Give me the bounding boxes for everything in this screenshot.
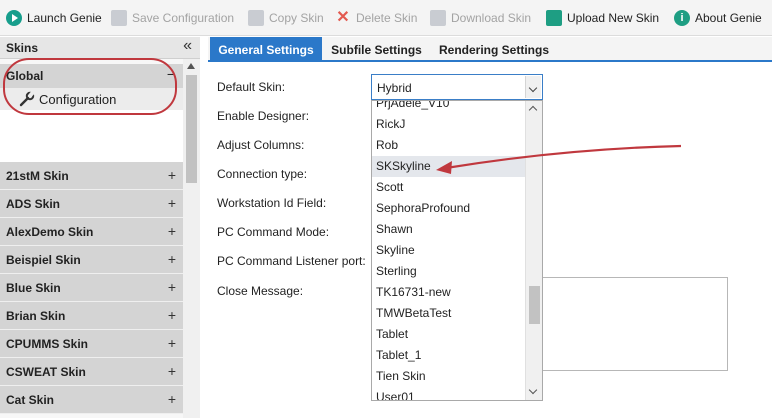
tab-subfile-settings[interactable]: Subfile Settings: [328, 37, 425, 60]
sidebar-scrollbar[interactable]: [183, 59, 200, 418]
chevron-down-icon[interactable]: [528, 385, 538, 395]
close-message-label: Close Message:: [217, 284, 304, 298]
play-icon: [6, 10, 22, 26]
dropdown-option[interactable]: RickJ: [372, 114, 526, 135]
skin-label: Cat Skin: [6, 393, 55, 407]
upload-icon: [546, 10, 562, 26]
dropdown-option[interactable]: PrjAdele_V10: [372, 101, 526, 114]
download-skin-button[interactable]: Download Skin: [430, 9, 531, 27]
dropdown-option[interactable]: Tablet_1: [372, 345, 526, 366]
list-item[interactable]: AlexDemo Skin +: [0, 218, 183, 246]
skin-list: 21stM Skin + ADS Skin + AlexDemo Skin + …: [0, 162, 183, 414]
skin-label: CSWEAT Skin: [6, 365, 86, 379]
about-genie-button[interactable]: i About Genie: [674, 9, 762, 27]
list-item[interactable]: Cat Skin +: [0, 386, 183, 414]
skin-label: Blue Skin: [6, 281, 61, 295]
enable-designer-label: Enable Designer:: [217, 109, 310, 123]
expand-toggle[interactable]: +: [168, 167, 176, 183]
toolbar: Launch Genie Save Configuration Copy Ski…: [0, 0, 772, 36]
dropdown-option[interactable]: TMWBetaTest: [372, 303, 526, 324]
skin-label: AlexDemo Skin: [6, 225, 94, 239]
delete-skin-button[interactable]: ✕ Delete Skin: [335, 9, 417, 27]
scrollbar-thumb[interactable]: [529, 286, 540, 324]
expand-toggle[interactable]: +: [168, 335, 176, 351]
sidebar-spacer: [0, 110, 183, 162]
collapse-sidebar-button[interactable]: «: [183, 37, 192, 55]
skin-dropdown-list: PrjAdele_V10 RickJ Rob SKSkyline Scott S…: [371, 100, 543, 401]
dropdown-option[interactable]: User01: [372, 387, 526, 400]
skin-label: Beispiel Skin: [6, 253, 81, 267]
download-icon: [430, 10, 446, 26]
skin-label: 21stM Skin: [6, 169, 69, 183]
skin-label: Brian Skin: [6, 309, 66, 323]
copy-skin-button[interactable]: Copy Skin: [248, 9, 324, 27]
delete-icon: ✕: [336, 9, 350, 26]
annotation-ellipse: [3, 58, 177, 115]
save-icon: [111, 10, 127, 26]
expand-toggle[interactable]: +: [168, 195, 176, 211]
save-configuration-button[interactable]: Save Configuration: [111, 9, 234, 27]
list-item[interactable]: CPUMMS Skin +: [0, 330, 183, 358]
chevron-down-icon[interactable]: [525, 76, 541, 98]
dropdown-option[interactable]: Skyline: [372, 240, 526, 261]
pc-command-mode-label: PC Command Mode:: [217, 225, 330, 239]
sidebar-title: Skins: [6, 41, 39, 55]
expand-toggle[interactable]: +: [168, 391, 176, 407]
dropdown-scrollbar[interactable]: [525, 101, 542, 400]
skin-label: ADS Skin: [6, 197, 61, 211]
skin-label: CPUMMS Skin: [6, 337, 89, 351]
connection-type-label: Connection type:: [217, 167, 308, 181]
dropdown-option[interactable]: SephoraProfound: [372, 198, 526, 219]
default-skin-label: Default Skin:: [217, 80, 286, 94]
upload-new-skin-button[interactable]: Upload New Skin: [546, 9, 659, 27]
launch-genie-button[interactable]: Launch Genie: [6, 9, 102, 27]
expand-toggle[interactable]: +: [168, 279, 176, 295]
expand-toggle[interactable]: +: [168, 223, 176, 239]
settings-tabs: General Settings Subfile Settings Render…: [208, 37, 772, 62]
workstation-id-label: Workstation Id Field:: [217, 196, 327, 210]
list-item[interactable]: Blue Skin +: [0, 274, 183, 302]
copy-icon: [248, 10, 264, 26]
sidebar-header: Skins «: [0, 37, 200, 59]
tab-general-settings[interactable]: General Settings: [210, 37, 322, 60]
info-icon: i: [674, 10, 690, 26]
dropdown-option[interactable]: Sterling: [372, 261, 526, 282]
dropdown-option[interactable]: Rob: [372, 135, 526, 156]
list-item[interactable]: Beispiel Skin +: [0, 246, 183, 274]
tab-rendering-settings[interactable]: Rendering Settings: [436, 37, 552, 60]
dropdown-option[interactable]: TK16731-new: [372, 282, 526, 303]
dropdown-option[interactable]: Tien Skin: [372, 366, 526, 387]
dropdown-option-highlighted[interactable]: SKSkyline: [372, 156, 526, 177]
pc-command-listener-label: PC Command Listener port:: [217, 254, 366, 268]
close-message-field[interactable]: [540, 277, 728, 371]
dropdown-option[interactable]: Scott: [372, 177, 526, 198]
list-item[interactable]: ADS Skin +: [0, 190, 183, 218]
expand-toggle[interactable]: +: [168, 307, 176, 323]
dropdown-option[interactable]: Shawn: [372, 219, 526, 240]
dropdown-option[interactable]: Tablet: [372, 324, 526, 345]
scroll-up-icon[interactable]: [187, 63, 195, 69]
scrollbar-thumb[interactable]: [186, 75, 197, 183]
default-skin-select[interactable]: Hybrid: [371, 74, 543, 100]
list-item[interactable]: CSWEAT Skin +: [0, 358, 183, 386]
adjust-columns-label: Adjust Columns:: [217, 138, 305, 152]
chevron-up-icon[interactable]: [528, 105, 538, 115]
default-skin-value: Hybrid: [377, 81, 412, 95]
list-item[interactable]: 21stM Skin +: [0, 162, 183, 190]
list-item[interactable]: Brian Skin +: [0, 302, 183, 330]
expand-toggle[interactable]: +: [168, 363, 176, 379]
expand-toggle[interactable]: +: [168, 251, 176, 267]
